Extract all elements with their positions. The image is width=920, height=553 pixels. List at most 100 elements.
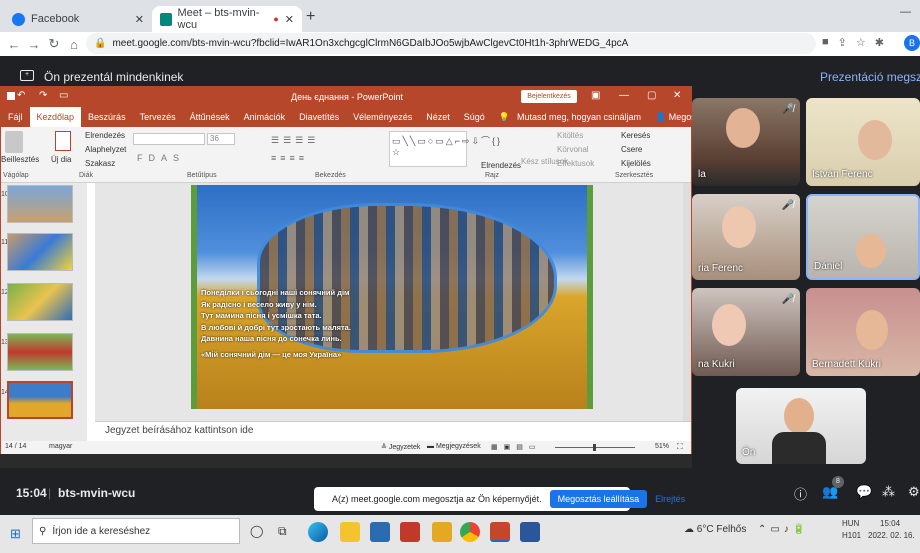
- shapes-gallery[interactable]: ▭╲╲▭○▭△⌐⇨⇩⌒{}☆: [389, 131, 500, 167]
- tab-animations[interactable]: Animációk: [237, 107, 293, 127]
- share-icon[interactable]: ⇪: [838, 36, 847, 49]
- self-view-tile[interactable]: Ön: [736, 388, 866, 464]
- activities-icon[interactable]: ⁂: [882, 484, 895, 500]
- canvas-scrollbar[interactable]: [683, 183, 691, 421]
- font-format-icons[interactable]: FDAS: [137, 153, 185, 163]
- close-icon[interactable]: ✕: [135, 13, 144, 26]
- slide-thumb-12[interactable]: [7, 283, 73, 321]
- font-name-field[interactable]: [133, 133, 205, 145]
- notes-field[interactable]: Jegyzet beírásához kattintson ide: [95, 421, 691, 441]
- ribbon-display-icon[interactable]: ▣: [591, 90, 600, 101]
- system-tray-icons[interactable]: ⌃▭♪🔋: [758, 524, 809, 535]
- layout-button[interactable]: Elrendezés: [85, 131, 125, 140]
- tab-design[interactable]: Tervezés: [133, 107, 183, 127]
- tab-help[interactable]: Súgó: [457, 107, 492, 127]
- hide-banner-button[interactable]: Elrejtés: [655, 494, 685, 504]
- undo-icon[interactable]: ↶: [17, 90, 25, 101]
- present-from-start-icon[interactable]: ▭: [59, 90, 68, 101]
- close-icon[interactable]: ✕: [673, 90, 681, 101]
- view-icons[interactable]: ▦▣▤▭: [491, 443, 541, 451]
- url-field[interactable]: 🔒 meet.google.com/bts-mvin-wcu?fbclid=Iw…: [86, 33, 816, 54]
- paste-icon[interactable]: [5, 131, 23, 153]
- find-button[interactable]: Keresés: [621, 131, 650, 140]
- tab-review[interactable]: Véleményezés: [346, 107, 419, 127]
- info-icon[interactable]: ⓘ: [794, 484, 807, 503]
- home-icon[interactable]: ⌂: [64, 37, 84, 52]
- zoom-level[interactable]: 51%: [655, 443, 669, 450]
- mail-icon[interactable]: [400, 522, 420, 542]
- new-tab-button[interactable]: +: [306, 8, 315, 26]
- word-icon[interactable]: [520, 522, 540, 542]
- task-view-icon[interactable]: ◯: [250, 524, 263, 538]
- camera-icon[interactable]: ■: [822, 36, 829, 49]
- zoom-slider-handle[interactable]: [593, 444, 596, 451]
- login-button[interactable]: Bejelentkezés: [521, 90, 577, 103]
- autosave-icon[interactable]: [7, 92, 15, 100]
- section-button[interactable]: Szakasz: [85, 159, 115, 168]
- windows-start-icon[interactable]: ⊞: [10, 526, 21, 542]
- widgets-icon[interactable]: ⧉: [278, 524, 287, 539]
- star-icon[interactable]: ☆: [856, 36, 866, 49]
- keyboard-layout[interactable]: H101: [842, 531, 861, 540]
- close-icon[interactable]: ✕: [285, 13, 294, 26]
- powerpoint-taskbar-icon[interactable]: [490, 522, 510, 542]
- tab-meet[interactable]: Meet – bts-mvin-wcu ● ✕: [152, 6, 302, 32]
- participant-tile[interactable]: ria Ferenc 🎤̸: [692, 194, 800, 280]
- store-icon[interactable]: [370, 522, 390, 542]
- shape-outline-button[interactable]: Körvonal: [557, 145, 589, 154]
- fit-slide-icon[interactable]: ⛶: [677, 442, 683, 452]
- taskbar-search[interactable]: ⚲ Írjon ide a kereséshez: [32, 518, 240, 544]
- chat-icon[interactable]: 💬: [856, 484, 872, 500]
- tab-transitions[interactable]: Áttűnések: [183, 107, 237, 127]
- align-icons[interactable]: ≡≡≡≡: [271, 153, 308, 163]
- slide-thumb-14[interactable]: [7, 381, 73, 419]
- paste-button[interactable]: Beillesztés: [1, 155, 39, 164]
- tab-view[interactable]: Nézet: [419, 107, 457, 127]
- new-slide-icon[interactable]: [55, 131, 71, 151]
- minimize-icon[interactable]: —: [900, 6, 911, 18]
- slide-thumb-10[interactable]: [7, 185, 73, 223]
- stop-presenting-button[interactable]: Prezentáció megszakítá: [820, 70, 920, 84]
- clock-date[interactable]: 2022. 02. 16.: [868, 531, 915, 540]
- shape-fill-button[interactable]: Kitöltés: [557, 131, 583, 140]
- shape-effects-button[interactable]: Effektusok: [557, 159, 594, 168]
- participant-tile[interactable]: István Ferenc: [806, 98, 920, 186]
- language-status[interactable]: magyar: [49, 443, 72, 450]
- weather-widget[interactable]: ☁ 6°C Felhős: [684, 524, 746, 535]
- tab-facebook[interactable]: Facebook ✕: [4, 6, 152, 32]
- new-slide-button[interactable]: Új dia: [51, 155, 71, 164]
- slide-poem[interactable]: Понеділки і сьогодні наші сонячний дім Я…: [201, 287, 391, 360]
- clock-time[interactable]: 15:04: [880, 519, 900, 528]
- redo-icon[interactable]: ↷: [39, 90, 47, 101]
- font-size-field[interactable]: 36: [207, 133, 235, 145]
- tab-slideshow[interactable]: Diavetítés: [292, 107, 346, 127]
- list-icons[interactable]: ☰☰☰☰: [271, 135, 319, 146]
- stop-sharing-button[interactable]: Megosztás leállítása: [549, 490, 648, 508]
- photos-icon[interactable]: [432, 522, 452, 542]
- replace-button[interactable]: Csere: [621, 145, 642, 154]
- back-icon[interactable]: ←: [4, 37, 24, 52]
- minimize-icon[interactable]: —: [619, 90, 629, 101]
- forward-icon[interactable]: →: [24, 37, 44, 52]
- profile-avatar[interactable]: B: [904, 35, 920, 51]
- reset-button[interactable]: Alaphelyzet: [85, 145, 126, 154]
- tab-file[interactable]: Fájl: [1, 107, 30, 127]
- tell-me-field[interactable]: Mutasd meg, hogyan csináljam: [517, 107, 648, 127]
- input-language[interactable]: HUN: [842, 519, 859, 528]
- select-button[interactable]: Kijelölés: [621, 159, 651, 168]
- file-explorer-icon[interactable]: [340, 522, 360, 542]
- host-controls-icon[interactable]: ⚙: [908, 484, 920, 500]
- tab-insert[interactable]: Beszúrás: [81, 107, 133, 127]
- comments-toggle[interactable]: ▬ Megjegyzések: [427, 443, 481, 450]
- reload-icon[interactable]: ↻: [44, 36, 64, 52]
- chrome-icon[interactable]: [460, 522, 480, 542]
- tab-home[interactable]: Kezdőlap: [29, 107, 82, 127]
- participant-tile[interactable]: Bernadett Kukri: [806, 288, 920, 376]
- slide-thumb-13[interactable]: [7, 333, 73, 371]
- notes-toggle[interactable]: ≜ Jegyzetek: [381, 443, 420, 451]
- participant-tile-active[interactable]: Dániel: [806, 194, 920, 280]
- slide-14[interactable]: Понеділки і сьогодні наші сонячний дім Я…: [191, 185, 593, 409]
- extensions-icon[interactable]: ✱: [875, 36, 884, 49]
- participant-tile[interactable]: la 🎤̸: [692, 98, 800, 186]
- maximize-icon[interactable]: ▢: [647, 90, 656, 101]
